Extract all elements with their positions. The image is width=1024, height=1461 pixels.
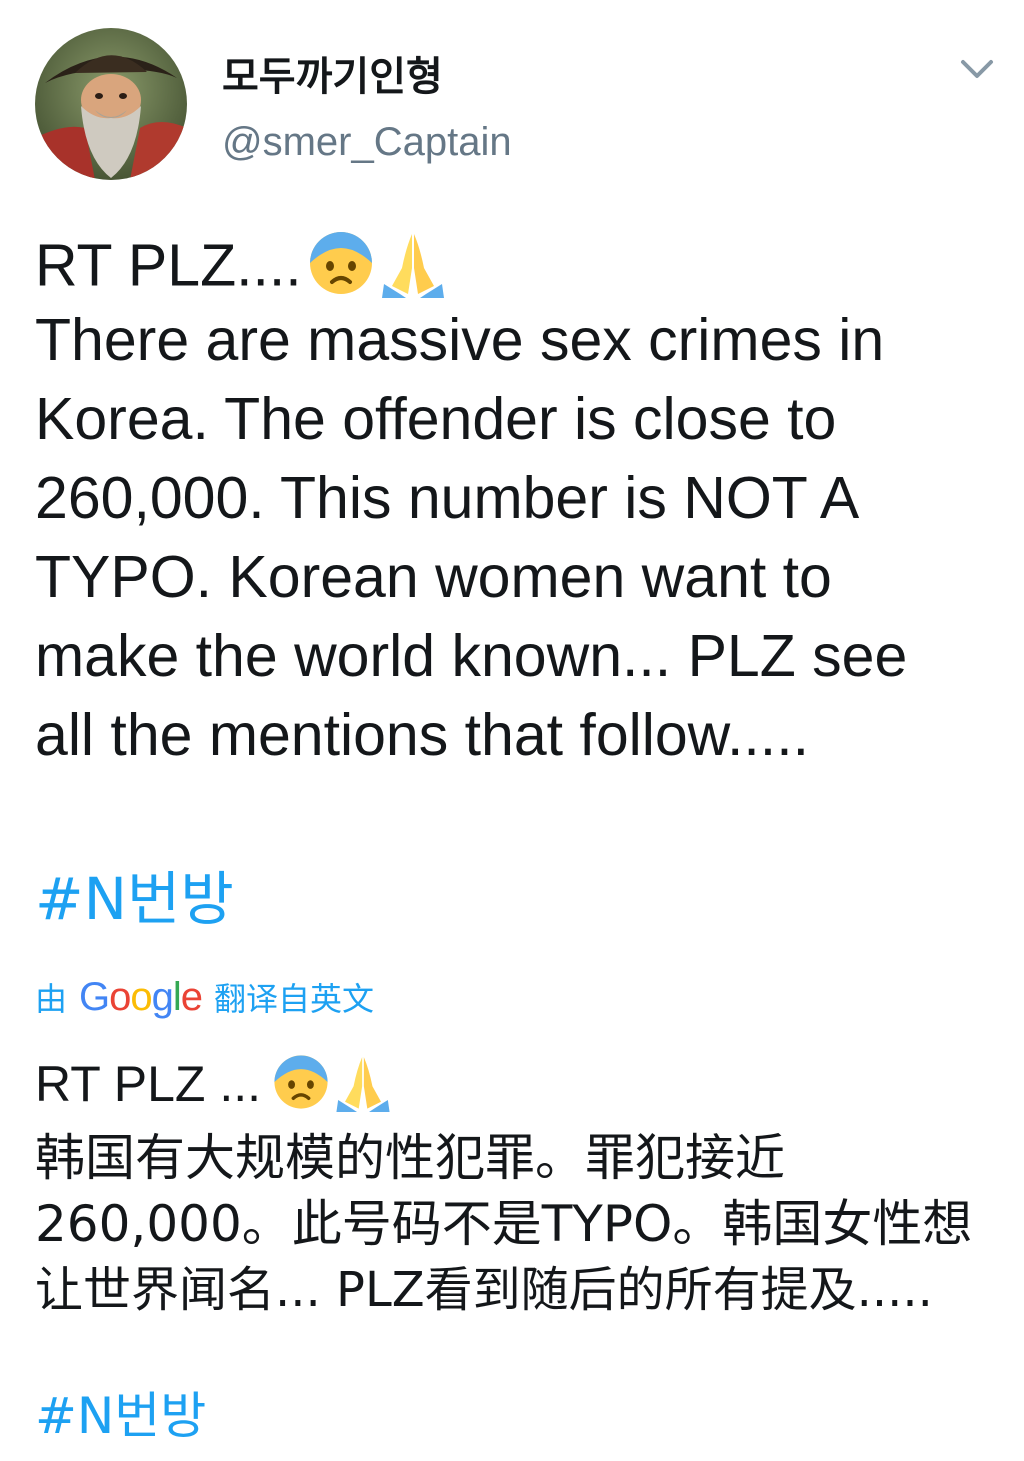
google-letter: e [180,974,203,1019]
pirate-avatar-icon [35,28,187,180]
folded-hands-icon [333,1052,393,1124]
user-handle[interactable]: @smer_Captain [222,120,512,165]
google-letter: o [130,974,152,1019]
tweet-text-line: 260,000. This number is NOT A [35,465,860,531]
tweet-text-line: Korea. The offender is close to [35,386,837,452]
display-name[interactable]: 모두까기인형 [222,44,443,102]
chevron-down-icon [961,60,993,78]
tweet-card: 모두까기인형 @smer_Captain RT PLZ.... There ar… [0,0,1024,1461]
google-letter: G [79,974,110,1019]
tweet-text-line: There are massive sex crimes in [35,307,885,373]
translated-text-line: RT PLZ ... [35,1052,393,1124]
tweet-text-line: RT PLZ.... [35,228,448,312]
translated-first-line: RT PLZ ... [35,1056,262,1113]
tweet-text-line: all the mentions that follow..... [35,702,809,768]
tweet-menu-button[interactable] [955,52,999,86]
tweet-text-first-line: RT PLZ.... [35,232,302,299]
anxious-face-icon [306,228,376,312]
google-letter: g [151,974,174,1019]
tweet-text-line: TYPO. Korean women want to [35,544,832,610]
google-letter: o [109,974,131,1019]
folded-hands-icon [378,228,448,312]
tweet-text-line: make the world known... PLZ see [35,623,908,689]
translated-hashtag-link[interactable]: #N번방 [35,1376,206,1448]
translated-text-line: 260,000。此号码不是TYPO。韩国女性想 [35,1195,973,1253]
translate-label: 翻译自英文 [214,980,375,1018]
translated-text-line: 让世界闻名... PLZ看到随后的所有提及..... [35,1262,933,1318]
hashtag-link[interactable]: #N번방 [35,852,234,936]
google-logo: Google [79,974,203,1020]
translation-attribution[interactable]: 由 Google 翻译自英文 [35,972,374,1022]
anxious-face-icon [271,1052,331,1124]
avatar[interactable] [35,28,187,180]
by-label: 由 [35,980,68,1018]
translated-text-line: 韩国有大规模的性犯罪。罪犯接近 [35,1129,785,1187]
google-letter: l [172,974,182,1019]
